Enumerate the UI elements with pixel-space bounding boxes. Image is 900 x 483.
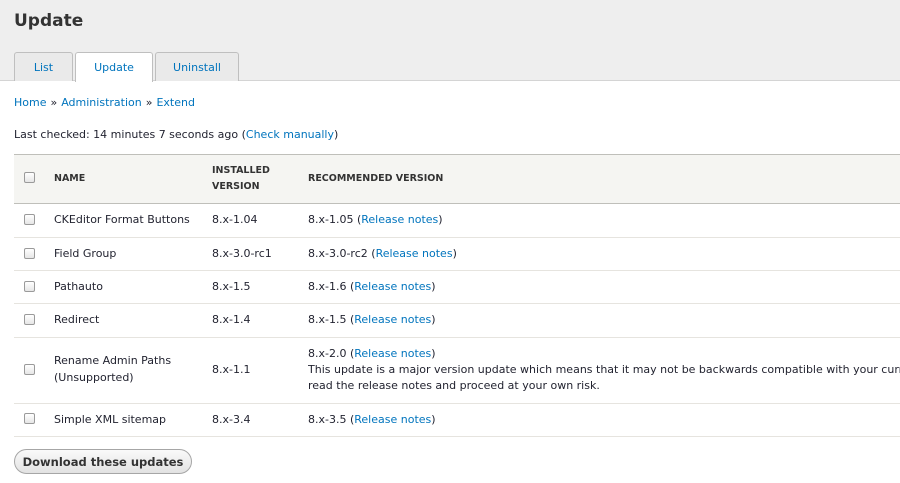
project-name-link[interactable]: CKEditor Format Buttons bbox=[54, 212, 190, 228]
breadcrumb-home[interactable]: Home bbox=[14, 96, 46, 109]
breadcrumb-separator: » bbox=[145, 96, 153, 109]
table-row: CKEditor Format Buttons 8.x-1.04 8.x-1.0… bbox=[14, 204, 900, 238]
recommended-version: 8.x-3.0-rc2 (Release notes) bbox=[308, 247, 457, 260]
tab-uninstall[interactable]: Uninstall bbox=[155, 52, 239, 81]
release-notes-link[interactable]: Release notes bbox=[354, 347, 431, 360]
release-notes-link[interactable]: Release notes bbox=[354, 413, 431, 426]
tabs-bar: List Update Uninstall bbox=[14, 52, 241, 82]
recommended-version: 8.x-1.6 (Release notes) bbox=[308, 280, 436, 293]
breadcrumb: Home» Administration» Extend bbox=[14, 96, 195, 109]
installed-version: 8.x-1.5 bbox=[212, 280, 251, 293]
installed-version: 8.x-1.1 bbox=[212, 363, 251, 376]
last-checked-status: Last checked: 14 minutes 7 seconds ago (… bbox=[14, 128, 338, 141]
check-manually-link[interactable]: Check manually bbox=[246, 128, 334, 141]
last-checked-text: Last checked: 14 minutes 7 seconds ago bbox=[14, 128, 239, 141]
installed-version: 8.x-3.0-rc1 bbox=[212, 247, 272, 260]
page-title: Update bbox=[14, 11, 84, 31]
tab-update[interactable]: Update bbox=[75, 52, 153, 82]
warning-line-1: This update is a major version update wh… bbox=[308, 363, 900, 376]
recommended-version-number: 8.x-2.0 bbox=[308, 347, 347, 360]
release-notes-link[interactable]: Release notes bbox=[361, 213, 438, 226]
recommended-version: 8.x-2.0 (Release notes) bbox=[308, 347, 436, 360]
project-name-link[interactable]: Simple XML sitemap bbox=[54, 412, 166, 428]
breadcrumb-extend[interactable]: Extend bbox=[156, 96, 195, 109]
column-header-installed-line1: INSTALLED bbox=[212, 165, 270, 176]
recommended-version: 8.x-1.05 (Release notes) bbox=[308, 213, 443, 226]
unsupported-label: (Unsupported) bbox=[54, 371, 134, 384]
project-name-link[interactable]: Redirect bbox=[54, 312, 99, 328]
project-name-link[interactable]: Field Group bbox=[54, 246, 116, 262]
release-notes-link[interactable]: Release notes bbox=[354, 313, 431, 326]
installed-version: 8.x-3.4 bbox=[212, 413, 251, 426]
download-updates-button[interactable]: Download these updates bbox=[14, 449, 192, 474]
release-notes-link[interactable]: Release notes bbox=[376, 247, 453, 260]
table-row: Rename Admin Paths (Unsupported) 8.x-1.1… bbox=[14, 338, 900, 404]
column-header-installed-line2: VERSION bbox=[212, 181, 260, 192]
recommended-version-number: 8.x-1.05 bbox=[308, 213, 354, 226]
recommended-version-number: 8.x-1.6 bbox=[308, 280, 347, 293]
row-checkbox[interactable] bbox=[24, 413, 35, 424]
row-checkbox[interactable] bbox=[24, 248, 35, 259]
table-row: Field Group 8.x-3.0-rc1 8.x-3.0-rc2 (Rel… bbox=[14, 238, 900, 271]
table-row: Pathauto 8.x-1.5 8.x-1.6 (Release notes) bbox=[14, 271, 900, 304]
column-header-installed-version: INSTALLED VERSION bbox=[212, 163, 270, 195]
project-name-link[interactable]: Rename Admin Paths bbox=[54, 353, 171, 369]
page-header: Update List Update Uninstall bbox=[0, 0, 900, 82]
paren-close: ) bbox=[334, 128, 339, 141]
column-header-name: NAME bbox=[54, 173, 86, 184]
warning-line-2: read the release notes and proceed at yo… bbox=[308, 379, 600, 392]
recommended-version: 8.x-1.5 (Release notes) bbox=[308, 313, 436, 326]
row-checkbox[interactable] bbox=[24, 314, 35, 325]
recommended-version: 8.x-3.5 (Release notes) bbox=[308, 413, 436, 426]
breadcrumb-administration[interactable]: Administration bbox=[61, 96, 142, 109]
installed-version: 8.x-1.04 bbox=[212, 213, 258, 226]
tab-list[interactable]: List bbox=[14, 52, 73, 81]
row-checkbox[interactable] bbox=[24, 214, 35, 225]
recommended-version-number: 8.x-3.5 bbox=[308, 413, 347, 426]
select-all-checkbox[interactable] bbox=[24, 172, 35, 183]
paren-open: ( bbox=[238, 128, 246, 141]
table-row: Redirect 8.x-1.4 8.x-1.5 (Release notes) bbox=[14, 304, 900, 338]
row-checkbox[interactable] bbox=[24, 281, 35, 292]
project-name-link[interactable]: Pathauto bbox=[54, 279, 103, 295]
breadcrumb-separator: » bbox=[50, 96, 58, 109]
recommended-version-number: 8.x-1.5 bbox=[308, 313, 347, 326]
table-header: NAME INSTALLED VERSION RECOMMENDED VERSI… bbox=[14, 154, 900, 204]
table-row: Simple XML sitemap 8.x-3.4 8.x-3.5 (Rele… bbox=[14, 404, 900, 437]
major-update-warning: This update is a major version update wh… bbox=[308, 362, 900, 394]
installed-version: 8.x-1.4 bbox=[212, 313, 251, 326]
release-notes-link[interactable]: Release notes bbox=[354, 280, 431, 293]
recommended-version-number: 8.x-3.0-rc2 bbox=[308, 247, 368, 260]
column-header-recommended-version: RECOMMENDED VERSION bbox=[308, 173, 444, 184]
row-checkbox[interactable] bbox=[24, 364, 35, 375]
